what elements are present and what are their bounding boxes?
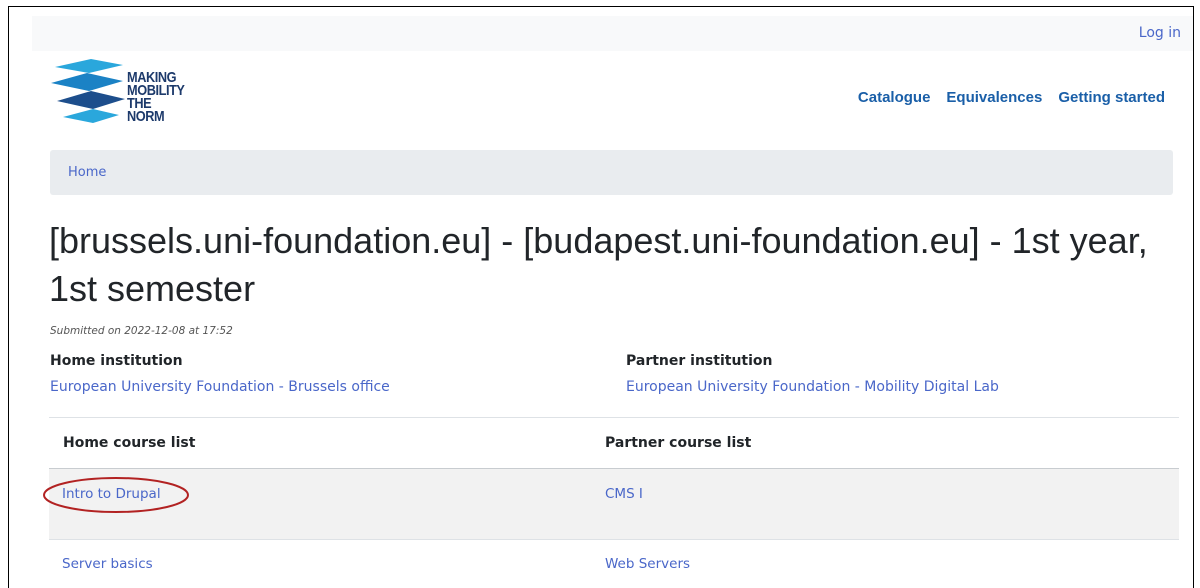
submitted-date: Submitted on 2022-12-08 at 17:52 xyxy=(50,325,233,337)
course-link-server-basics[interactable]: Server basics xyxy=(62,556,153,572)
course-link-web-servers[interactable]: Web Servers xyxy=(605,556,690,572)
nav-getting-started[interactable]: Getting started xyxy=(1058,89,1165,106)
divider xyxy=(49,417,1179,418)
partner-institution-link[interactable]: European University Foundation - Mobilit… xyxy=(626,379,999,395)
partner-institution-label: Partner institution xyxy=(626,353,773,369)
breadcrumb: Home xyxy=(50,150,1173,195)
row-divider xyxy=(49,539,1179,540)
home-institution-label: Home institution xyxy=(50,353,183,369)
table-row xyxy=(49,469,1179,539)
top-bar: Log in xyxy=(32,16,1193,51)
logo-line-3: THE NORM xyxy=(127,95,165,125)
logo[interactable]: MAKING MOBILITY THE NORM xyxy=(49,57,199,137)
breadcrumb-home-link[interactable]: Home xyxy=(68,165,106,180)
highlight-circle-annotation xyxy=(43,477,189,513)
nav-catalogue[interactable]: Catalogue xyxy=(858,89,931,106)
home-institution-link[interactable]: European University Foundation - Brussel… xyxy=(50,379,390,395)
home-course-list-header: Home course list xyxy=(63,435,196,451)
partner-course-list-header: Partner course list xyxy=(605,435,752,451)
page-title: [brussels.uni-foundation.eu] - [budapest… xyxy=(49,220,1148,309)
logo-swoosh-icon xyxy=(51,59,125,123)
login-link[interactable]: Log in xyxy=(1139,25,1181,41)
logo-text: MAKING MOBILITY THE NORM xyxy=(127,70,188,125)
main-nav: Catalogue Equivalences Getting started xyxy=(858,89,1165,106)
page-frame: Log in MAKING MOBILITY THE NORM Catalogu… xyxy=(8,6,1194,588)
course-link-cms-i[interactable]: CMS I xyxy=(605,486,643,502)
nav-equivalences[interactable]: Equivalences xyxy=(946,89,1042,106)
